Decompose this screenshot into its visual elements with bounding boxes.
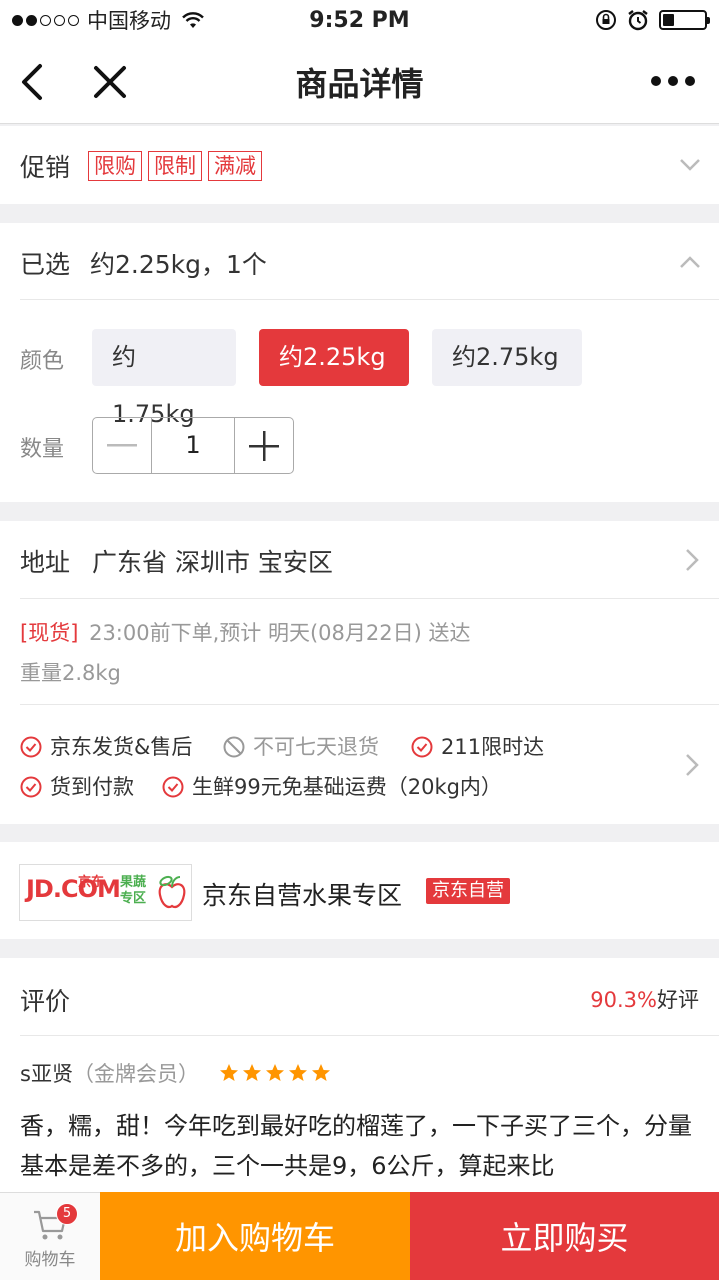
- service-item: 生鲜99元免基础运费（20kg内）: [162, 771, 502, 801]
- promo-tag: 限购: [88, 151, 143, 181]
- shop-row[interactable]: JD.COM 京东 果蔬专区 京东自营水果专区 京东自营: [0, 842, 719, 939]
- reviews-header[interactable]: 评价 90.3%好评: [0, 958, 719, 1035]
- wifi-icon: [182, 12, 204, 28]
- cart-count-badge: 5: [56, 1203, 78, 1225]
- shop-name: 京东自营水果专区: [202, 881, 403, 910]
- prohibited-icon: [223, 736, 245, 758]
- alarm-icon: [628, 10, 648, 31]
- star-icon: [265, 1064, 284, 1081]
- promo-tag: 满减: [208, 151, 263, 181]
- rotation-lock-icon: [596, 10, 616, 30]
- selected-label: 已选: [20, 250, 71, 279]
- cart-label: 购物车: [24, 1250, 76, 1270]
- service-item: 211限时达: [411, 731, 544, 761]
- quantity-value[interactable]: 1: [151, 418, 235, 473]
- quantity-stepper: 1: [92, 417, 294, 474]
- add-to-cart-button[interactable]: 加入购物车: [100, 1192, 410, 1280]
- star-icon: [242, 1064, 261, 1081]
- review-content: 香，糯，甜！今年吃到最好吃的榴莲了，一下子买了三个，分量基本是差不多的，三个一共…: [20, 1112, 692, 1180]
- back-icon[interactable]: [18, 62, 48, 102]
- promotion-row[interactable]: 促销 限购 限制 满减: [0, 126, 719, 204]
- member-level: （金牌会员）: [72, 1062, 199, 1086]
- service-item: 货到付款: [20, 771, 134, 801]
- promotion-label: 促销: [20, 153, 71, 182]
- selected-value: 约2.25kg，1个: [90, 250, 267, 279]
- color-option[interactable]: 约2.75kg: [432, 329, 582, 386]
- promo-tag: 限制: [148, 151, 203, 181]
- apple-icon: [158, 875, 186, 909]
- navigation-bar: 商品详情: [0, 40, 719, 124]
- stock-tag: [现货]: [20, 621, 79, 645]
- address-label: 地址: [20, 548, 71, 577]
- service-item: 京东发货&售后: [20, 731, 192, 761]
- address-section: 地址 广东省 深圳市 宝安区 [现货] 23:00前下单,预计 明天(08月22…: [0, 521, 719, 824]
- positive-rate-suffix: 好评: [657, 988, 699, 1012]
- color-option-selected[interactable]: 约2.25kg: [259, 329, 409, 386]
- chevron-right-icon: [686, 754, 699, 776]
- self-operated-badge: 京东自营: [426, 878, 510, 904]
- rating-stars: [219, 1063, 331, 1083]
- address-value: 广东省 深圳市 宝安区: [92, 548, 333, 577]
- delivery-estimate: 23:00前下单,预计 明天(08月22日) 送达: [89, 621, 471, 645]
- star-icon: [311, 1064, 330, 1081]
- positive-rate: 90.3%: [590, 988, 657, 1012]
- decrease-button[interactable]: [93, 418, 151, 473]
- minus-icon: [107, 443, 137, 446]
- service-item-unavailable: 不可七天退货: [223, 731, 379, 761]
- signal-strength-icon: [12, 14, 79, 26]
- plus-icon: [249, 430, 279, 461]
- bottom-action-bar: 5 购物车 加入购物车 立即购买: [0, 1192, 719, 1280]
- battery-icon: [659, 10, 710, 30]
- service-list[interactable]: 京东发货&售后 不可七天退货 211限时达 货到付款 生鲜99元免基础运费（20…: [0, 705, 719, 824]
- star-icon: [288, 1064, 307, 1081]
- color-option[interactable]: 约1.75kg: [92, 329, 236, 428]
- quantity-label: 数量: [20, 437, 65, 462]
- shop-logo: JD.COM 京东 果蔬专区: [19, 864, 192, 921]
- increase-button[interactable]: [235, 418, 293, 473]
- check-circle-icon: [162, 776, 184, 798]
- close-icon[interactable]: [92, 64, 128, 100]
- check-circle-icon: [20, 736, 42, 758]
- spec-section: 已选 约2.25kg，1个 颜色 约1.75kg 约2.25kg 约2.75kg…: [0, 223, 719, 502]
- reviews-label: 评价: [20, 987, 71, 1016]
- address-row[interactable]: 地址 广东省 深圳市 宝安区: [0, 521, 719, 598]
- chevron-right-icon: [686, 549, 699, 571]
- more-icon[interactable]: [651, 76, 695, 86]
- buy-now-button[interactable]: 立即购买: [410, 1192, 719, 1280]
- check-circle-icon: [411, 736, 433, 758]
- color-label: 颜色: [20, 349, 65, 374]
- status-bar: 中国移动 9:52 PM: [0, 0, 719, 40]
- chevron-down-icon[interactable]: [679, 158, 701, 172]
- chevron-up-icon[interactable]: [679, 255, 701, 269]
- reviews-section: 评价 90.3%好评 s亚贤 （金牌会员） 香，糯，甜！今年吃到最好吃的榴莲了，…: [0, 958, 719, 1192]
- reviewer-name: s亚贤: [20, 1062, 73, 1086]
- star-icon: [219, 1064, 238, 1081]
- check-circle-icon: [20, 776, 42, 798]
- carrier-name: 中国移动: [87, 9, 171, 33]
- product-weight: 重量2.8kg: [20, 661, 121, 685]
- cart-button[interactable]: 5 购物车: [0, 1192, 100, 1280]
